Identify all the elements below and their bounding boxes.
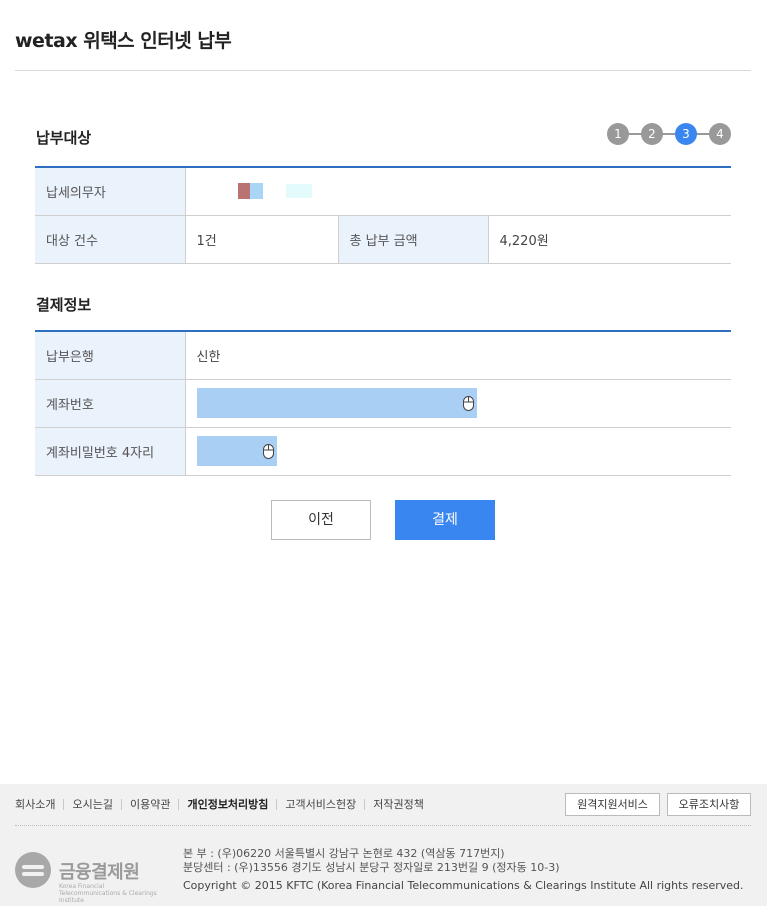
account-pin-label: 계좌비밀번호 4자리 (35, 427, 186, 476)
count-value: 1건 (185, 215, 338, 264)
kftc-logo-name: 금융결제원 (59, 862, 140, 883)
total-amount-value: 4,220원 (488, 215, 731, 264)
section-title-payment-target: 납부대상 (36, 129, 92, 147)
masked-taxpayer-name (197, 183, 317, 200)
step-1: 1 (607, 123, 629, 145)
page-title: wetax 위택스 인터넷 납부 (15, 30, 232, 52)
footer-copyright: Copyright © 2015 KFTC (Korea Financial T… (183, 879, 744, 892)
mouse-keypad-icon[interactable] (262, 444, 274, 459)
site-footer: 회사소개 오시는길 이용약관 개인정보처리방침 고객서비스헌장 저작권정책 원격… (0, 784, 767, 906)
bank-label: 납부은행 (35, 331, 186, 380)
taxpayer-label: 납세의무자 (35, 167, 186, 216)
footer-address: 본 부 : (우)06220 서울특별시 강남구 논현로 432 (역삼동 71… (183, 847, 560, 875)
kftc-logo: 금융결제원 Korea Financial Telecommunications… (15, 852, 157, 904)
account-pin-cell (185, 427, 731, 476)
payment-target-table: 납세의무자 대상 건수 1건 총 납부 금액 4,220원 (35, 166, 731, 264)
address-bundang-center: 분당센터 : (우)13556 경기도 성남시 분당구 정자일로 213번길 9… (183, 861, 560, 874)
bank-value: 신한 (185, 331, 731, 380)
footer-links: 회사소개 오시는길 이용약관 개인정보처리방침 고객서비스헌장 저작권정책 (15, 799, 432, 810)
error-action-button[interactable]: 오류조치사항 (667, 793, 751, 816)
table-row: 납부은행 신한 (35, 331, 731, 380)
kftc-logo-english: Korea Financial Telecommunications & Cle… (59, 883, 157, 904)
count-label: 대상 건수 (35, 215, 186, 264)
footer-link-copyright-policy[interactable]: 저작권정책 (364, 799, 432, 810)
step-3-current: 3 (675, 123, 697, 145)
table-row: 납세의무자 (35, 167, 731, 216)
footer-divider (15, 825, 751, 826)
account-number-input[interactable] (196, 388, 477, 418)
step-2: 2 (641, 123, 663, 145)
footer-link-privacy[interactable]: 개인정보처리방침 (178, 799, 276, 810)
account-number-label: 계좌번호 (35, 379, 186, 428)
total-amount-label: 총 납부 금액 (337, 215, 489, 264)
mouse-keypad-icon[interactable] (462, 396, 474, 411)
payment-info-table: 납부은행 신한 계좌번호 계좌비밀번호 4자리 (35, 330, 731, 476)
remote-support-button[interactable]: 원격지원서비스 (565, 793, 660, 816)
step-indicator: 1 2 3 4 (607, 123, 731, 145)
footer-link-company[interactable]: 회사소개 (15, 799, 63, 810)
footer-link-terms[interactable]: 이용약관 (120, 799, 178, 810)
step-4: 4 (709, 123, 731, 145)
account-number-cell (185, 379, 731, 428)
kftc-logo-icon (15, 852, 51, 888)
address-head-office: 본 부 : (우)06220 서울특별시 강남구 논현로 432 (역삼동 71… (183, 847, 505, 860)
page-header: wetax 위택스 인터넷 납부 (15, 0, 751, 71)
table-row: 대상 건수 1건 총 납부 금액 4,220원 (35, 215, 731, 264)
section-title-payment-info: 결제정보 (36, 296, 92, 314)
account-pin-input[interactable] (196, 436, 277, 466)
prev-button[interactable]: 이전 (271, 500, 371, 540)
footer-link-service-charter[interactable]: 고객서비스헌장 (276, 799, 364, 810)
step-connector-line (618, 133, 720, 135)
footer-link-directions[interactable]: 오시는길 (63, 799, 120, 810)
table-row: 계좌번호 (35, 379, 731, 428)
pay-button[interactable]: 결제 (395, 500, 495, 540)
taxpayer-value (185, 167, 731, 216)
table-row: 계좌비밀번호 4자리 (35, 427, 731, 476)
